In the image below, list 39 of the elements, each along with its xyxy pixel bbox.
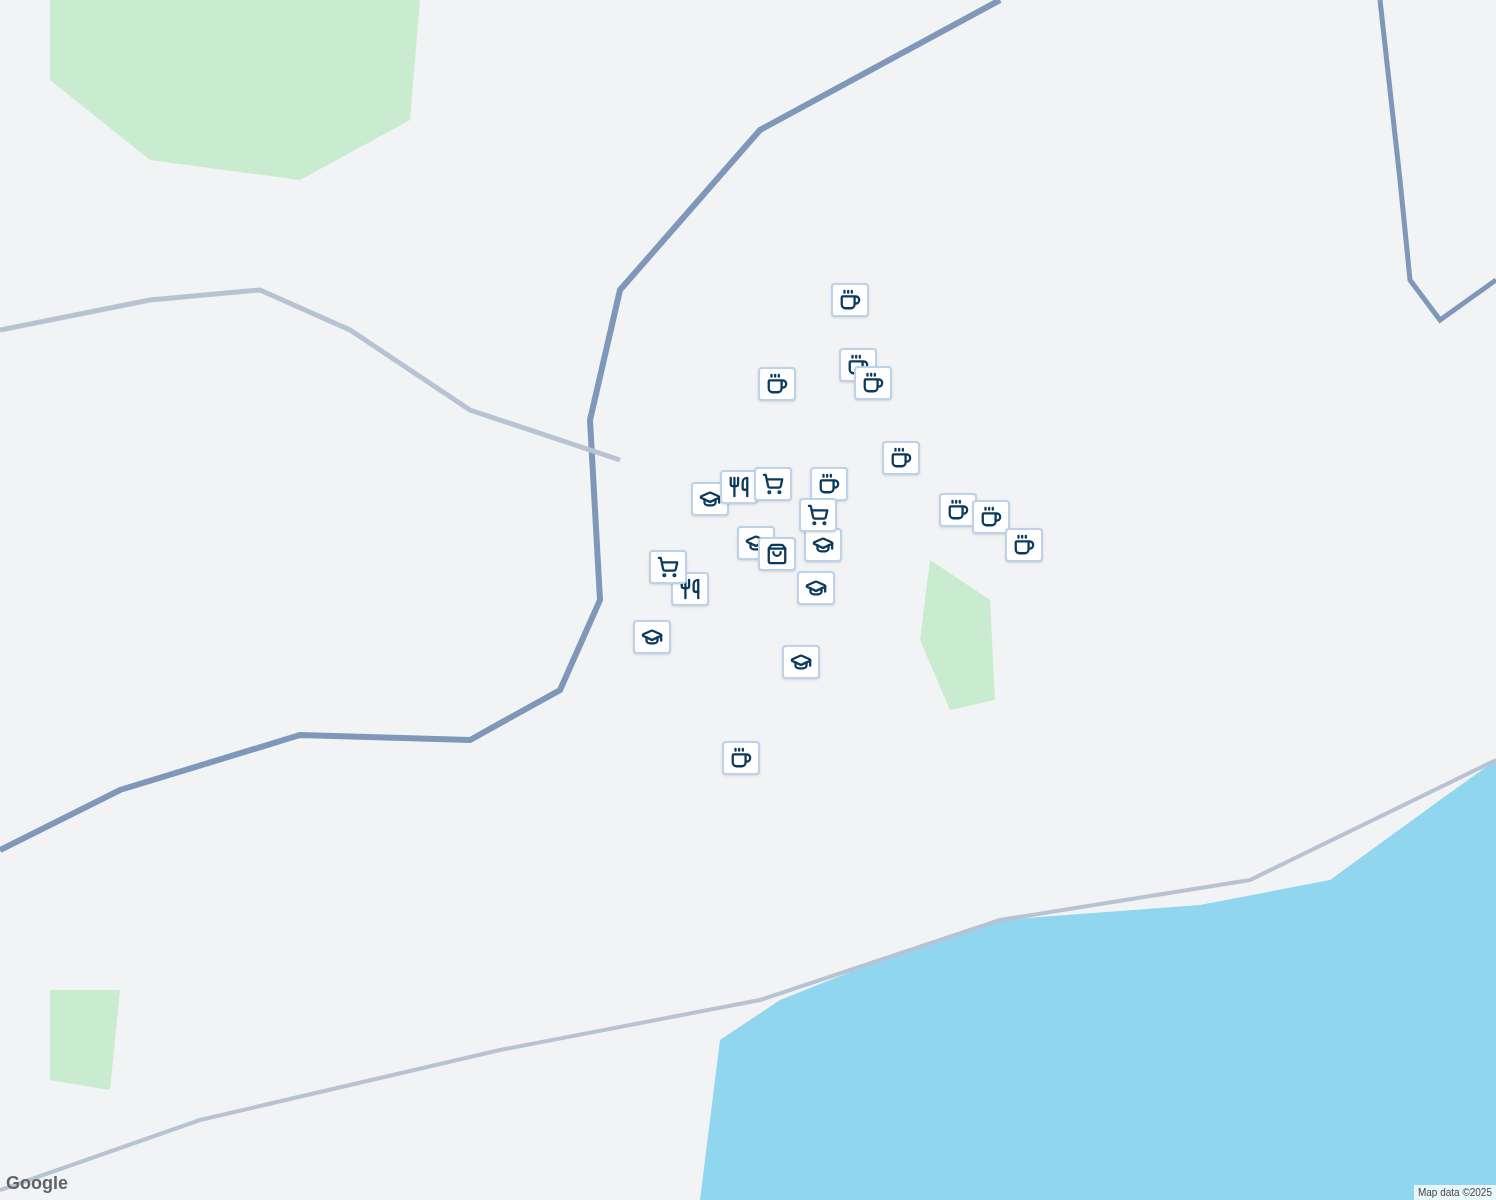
- map-marker[interactable]: [797, 571, 835, 605]
- google-logo[interactable]: Google: [6, 1170, 68, 1197]
- map-marker[interactable]: [810, 467, 848, 501]
- graduation-cap-icon: [699, 488, 721, 510]
- shopping-cart-icon: [657, 556, 679, 578]
- coffee-cup-icon: [766, 373, 788, 395]
- fork-knife-icon: [679, 578, 701, 600]
- coffee-cup-icon: [947, 499, 969, 521]
- map-marker[interactable]: [720, 470, 758, 504]
- map-marker[interactable]: [633, 620, 671, 654]
- map-marker[interactable]: [722, 741, 760, 775]
- map-marker[interactable]: [782, 645, 820, 679]
- coffee-cup-icon: [730, 747, 752, 769]
- coffee-cup-icon: [839, 289, 861, 311]
- shopping-cart-icon: [762, 473, 784, 495]
- coffee-cup-icon: [890, 447, 912, 469]
- coffee-cup-icon: [847, 354, 869, 376]
- map-marker[interactable]: [804, 528, 842, 562]
- map-marker[interactable]: [882, 441, 920, 475]
- coffee-cup-icon: [818, 473, 840, 495]
- coffee-cup-icon: [980, 506, 1002, 528]
- map-marker[interactable]: [754, 467, 792, 501]
- coffee-cup-icon: [1013, 534, 1035, 556]
- map-marker[interactable]: [649, 550, 687, 584]
- graduation-cap-icon: [812, 534, 834, 556]
- graduation-cap-icon: [790, 651, 812, 673]
- shopping-bag-icon: [766, 543, 788, 565]
- map-marker[interactable]: [1005, 528, 1043, 562]
- coffee-cup-icon: [862, 372, 884, 394]
- map-marker[interactable]: [799, 498, 837, 532]
- map-marker[interactable]: [758, 537, 796, 571]
- shopping-cart-icon: [807, 504, 829, 526]
- graduation-cap-icon: [805, 577, 827, 599]
- map-marker[interactable]: [831, 283, 869, 317]
- map-marker[interactable]: [758, 367, 796, 401]
- map-marker[interactable]: [854, 366, 892, 400]
- graduation-cap-icon: [641, 626, 663, 648]
- map-attribution: Map data ©2025: [1413, 1185, 1496, 1200]
- fork-knife-icon: [728, 476, 750, 498]
